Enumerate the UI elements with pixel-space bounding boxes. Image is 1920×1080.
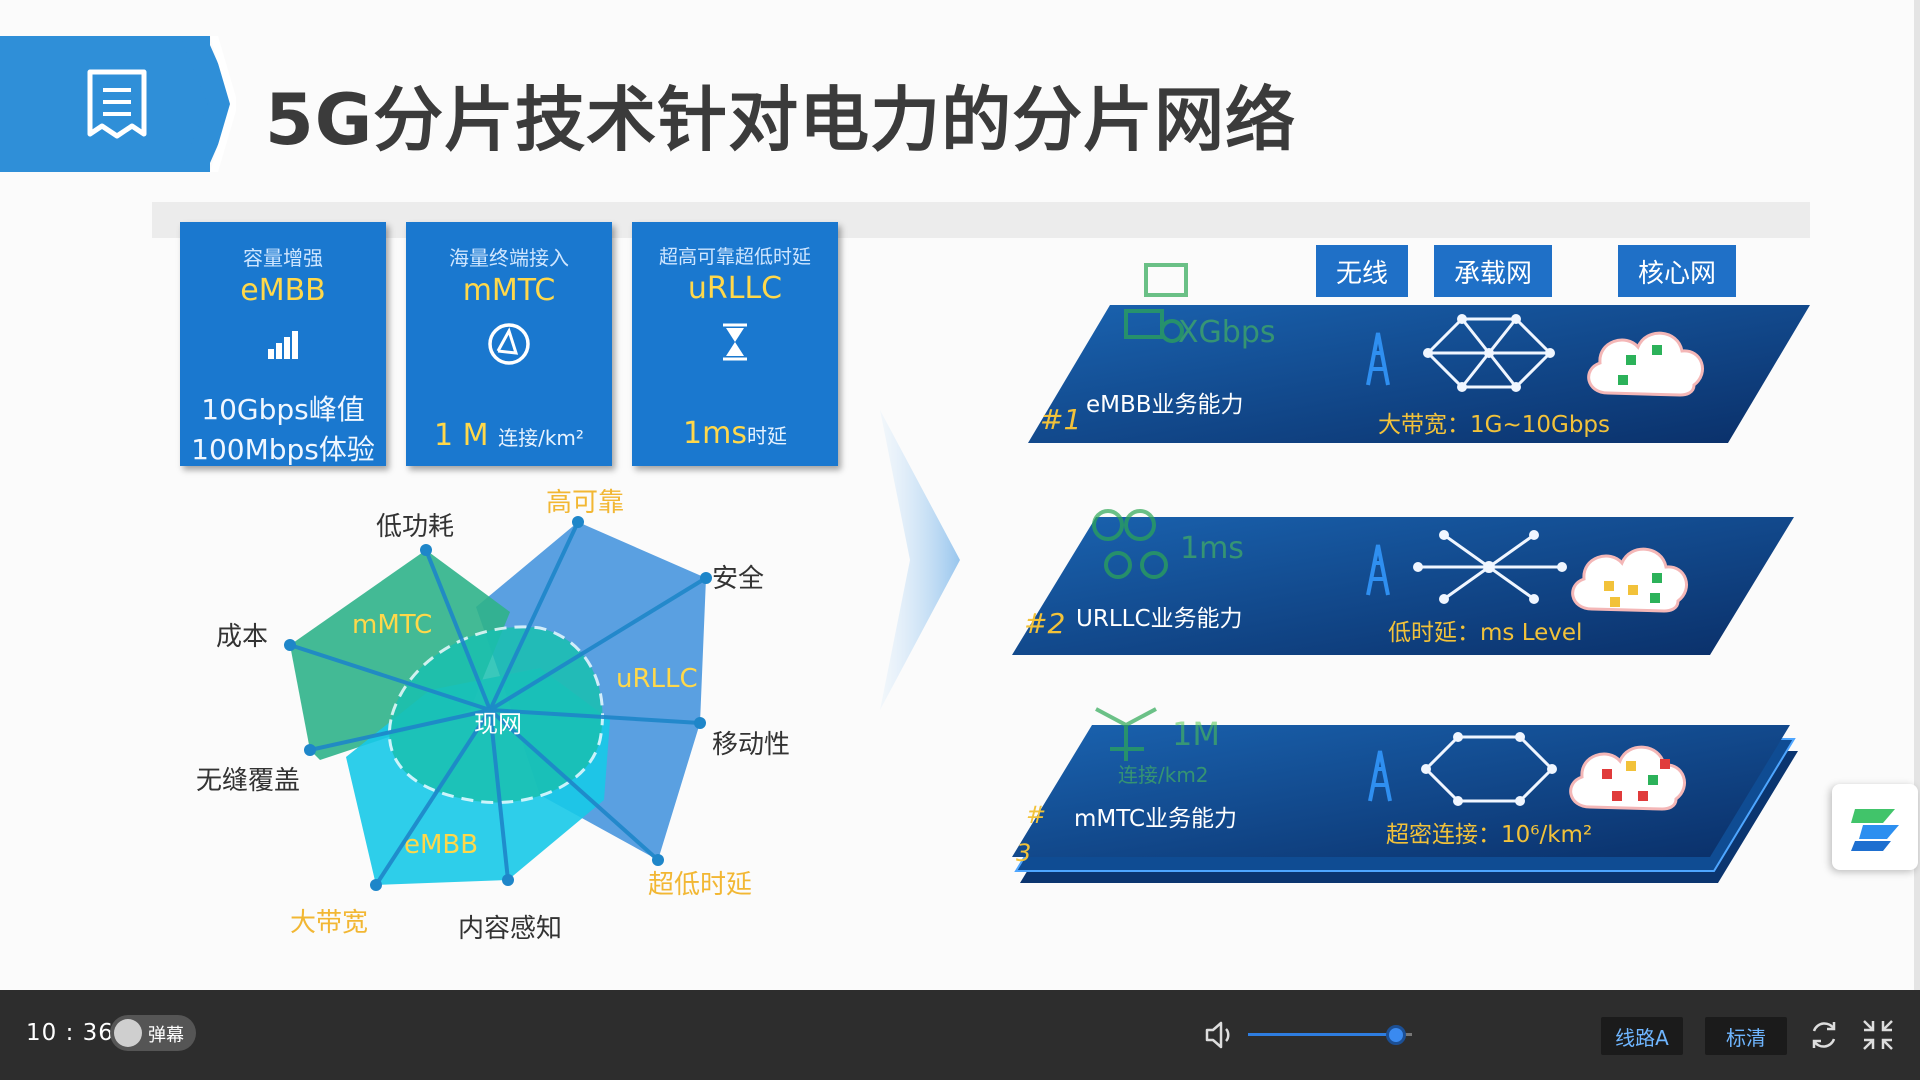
- title-banner-chevron: [180, 36, 236, 172]
- kpi-unit: 时延: [746, 424, 787, 448]
- slice-3-faint-label: 1M: [1172, 715, 1220, 753]
- slide: 5G分片技术针对电力的分片网络 容量增强 eMBB 10Gbps峰值 100Mb…: [0, 0, 1920, 990]
- kpi-value: 1 M: [434, 418, 489, 453]
- quality-button[interactable]: 标清: [1705, 1017, 1787, 1055]
- axis-label-high-bandwidth: 大带宽: [290, 908, 369, 938]
- zone-label-mmtc: mMTC: [352, 610, 433, 640]
- axis-label-low-power: 低功耗: [376, 512, 455, 542]
- slice-2-spec: 低时延：ms Level: [1388, 620, 1583, 646]
- kpi-urllc: 超高可靠超低时延 uRLLC 1ms时延: [632, 222, 838, 466]
- danmu-toggle[interactable]: 弹幕: [110, 1015, 196, 1051]
- axis-label-security: 安全: [712, 564, 765, 594]
- slice-planes: [1012, 263, 1810, 883]
- axis-label-ultra-low-latency: 超低时延: [648, 870, 753, 900]
- video-player-controls: 10 : 36 弹幕 线路A 标清: [0, 990, 1920, 1080]
- kpi-name: uRLLC: [687, 271, 783, 306]
- kpi-category: 超高可靠超低时延: [658, 246, 811, 268]
- line-select-button[interactable]: 线路A: [1601, 1017, 1683, 1055]
- volume-slider-handle[interactable]: [1385, 1025, 1406, 1045]
- slice-3-name: mMTC业务能力: [1074, 806, 1238, 832]
- axis-label-cost: 成本: [216, 622, 269, 652]
- kpi-mmtc: 海量终端接入 mMTC 1 M 连接/km²: [406, 222, 612, 466]
- danmu-label: 弹幕: [148, 1025, 184, 1046]
- slice-1-spec: 大带宽：1G~10Gbps: [1378, 412, 1610, 438]
- zone-label-current-network: 现网: [474, 710, 522, 738]
- zone-label-embb: eMBB: [404, 830, 479, 860]
- axis-label-content-awareness: 内容感知: [458, 914, 563, 944]
- slice-2-number: #2: [1024, 607, 1066, 640]
- slice-3-spec: 超密连接：10⁶/km²: [1386, 822, 1593, 848]
- refresh-icon[interactable]: [1806, 1017, 1842, 1053]
- toggle-knob: [114, 1019, 142, 1047]
- volume-icon[interactable]: [1203, 1018, 1237, 1052]
- slice-1-name: eMBB业务能力: [1086, 392, 1244, 418]
- slice-3-faint-unit: 连接/km2: [1118, 763, 1209, 787]
- slice-3-number: #: [1026, 801, 1047, 829]
- slice-3-number-suffix: 3: [1016, 839, 1032, 867]
- kpi-embb: 容量增强 eMBB 10Gbps峰值 100Mbps体验 速率: [180, 222, 386, 466]
- kpi-name: mMTC: [462, 273, 556, 308]
- slice-1-faint-label: XGbps: [1178, 315, 1276, 350]
- document-icon: [87, 69, 147, 139]
- slide-title: 5G分片技术针对电力的分片网络: [265, 79, 1297, 161]
- signal-bars-icon: [180, 314, 386, 374]
- kpi-category: 容量增强: [243, 246, 323, 270]
- hourglass-icon: [632, 312, 838, 372]
- axis-label-seamless-coverage: 无缝覆盖: [196, 766, 301, 796]
- floating-app-button[interactable]: [1832, 784, 1918, 870]
- playback-time: 10 : 36: [26, 1020, 114, 1046]
- divider-bar: [152, 202, 1810, 238]
- transition-arrow-icon: [880, 410, 960, 710]
- slice-2-faint-label: 1ms: [1180, 531, 1244, 566]
- capability-radar-diagram: 低功耗 高可靠 安全 移动性 超低时延 内容感知 大带宽 无缝覆盖 成本 mMT…: [0, 470, 880, 970]
- axis-label-high-reliability: 高可靠: [546, 488, 625, 518]
- kpi-category: 海量终端接入: [449, 246, 569, 270]
- zone-label-urllc: uRLLC: [616, 664, 698, 694]
- kpi-name: eMBB: [240, 273, 326, 308]
- kpi-unit: 连接/km²: [498, 426, 584, 450]
- axis-label-mobility: 移动性: [712, 730, 791, 760]
- slice-1-number: #1: [1040, 403, 1082, 436]
- kpi-value: 1ms: [683, 416, 747, 451]
- network-node-icon: [406, 314, 612, 374]
- kpi-value-2: 100Mbps体验: [191, 433, 375, 466]
- exit-fullscreen-icon[interactable]: [1860, 1017, 1896, 1053]
- network-slices-diagram: 无线 承载网 核心网 XGbps #1 eMBB业务能力 大带宽：1G~10Gb…: [950, 235, 1830, 895]
- kpi-value: 10Gbps峰值: [201, 393, 365, 426]
- slice-2-name: URLLC业务能力: [1076, 606, 1243, 632]
- app-logo-icon: [1851, 809, 1899, 851]
